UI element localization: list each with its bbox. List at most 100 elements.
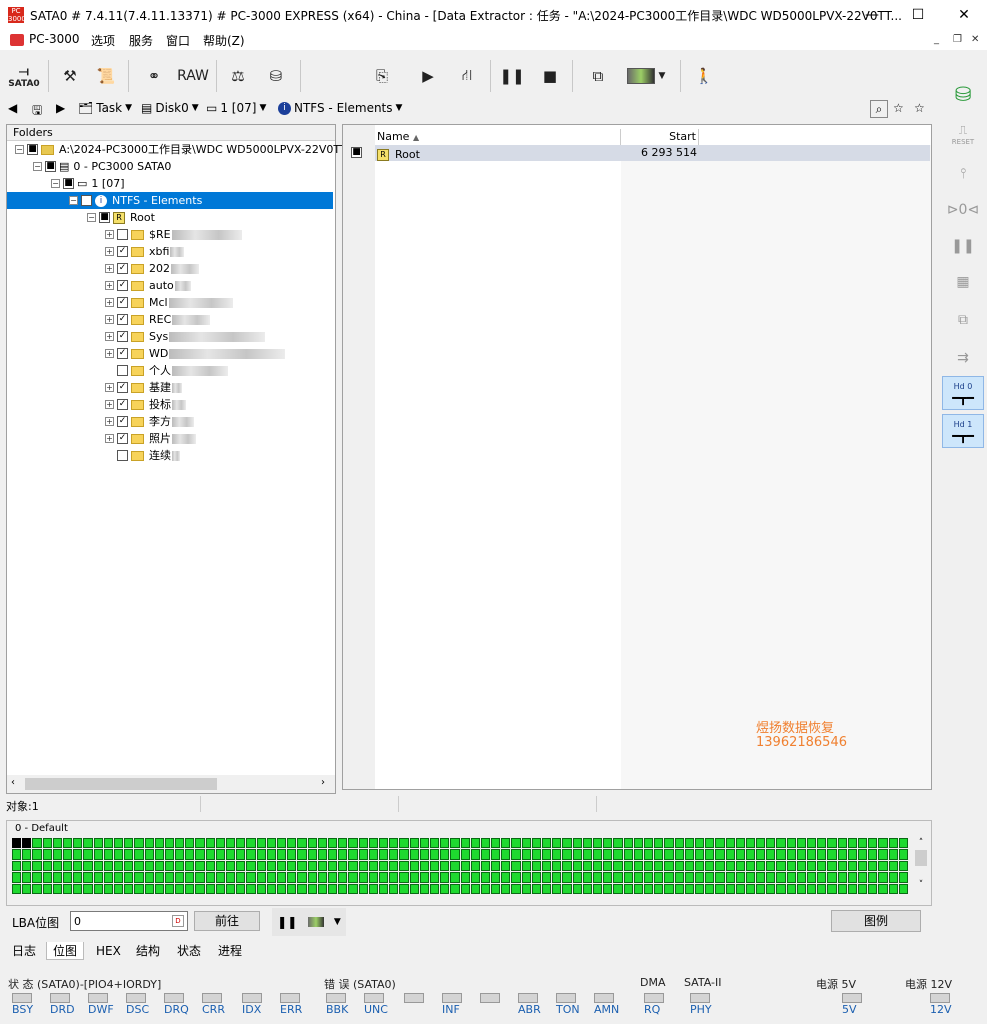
lba-block[interactable] (837, 883, 847, 894)
lba-block[interactable] (185, 838, 195, 849)
lba-block[interactable] (62, 849, 73, 860)
lba-block[interactable] (552, 860, 562, 872)
lba-block[interactable] (246, 849, 256, 860)
search-icon[interactable]: ⌕ (870, 100, 888, 118)
copy-windows-icon[interactable]: ⧉ (584, 56, 612, 96)
lba-block[interactable] (735, 838, 745, 849)
lba-block[interactable] (297, 883, 307, 894)
lba-block[interactable] (694, 838, 705, 849)
lba-block[interactable] (277, 860, 287, 872)
lba-block[interactable] (847, 872, 858, 883)
lba-block[interactable] (786, 860, 796, 872)
lba-block[interactable] (327, 883, 338, 894)
lba-block[interactable] (817, 860, 827, 872)
go-button[interactable]: 前往 (194, 911, 260, 931)
lba-block[interactable] (378, 872, 389, 883)
lba-block[interactable] (277, 872, 287, 883)
lba-block[interactable] (73, 860, 83, 872)
lba-block[interactable] (684, 838, 694, 849)
lba-block[interactable] (511, 872, 521, 883)
lba-block[interactable] (776, 838, 786, 849)
lba-block[interactable] (898, 860, 908, 872)
tab-process[interactable]: 进程 (212, 942, 248, 960)
lba-block[interactable] (562, 849, 572, 860)
lba-block[interactable] (460, 883, 470, 894)
lba-block[interactable] (542, 872, 552, 883)
mdi-minimize-button[interactable]: _ (934, 34, 939, 45)
lba-block[interactable] (776, 883, 786, 894)
lba-block[interactable] (705, 849, 715, 860)
lba-block[interactable] (327, 872, 338, 883)
lba-block[interactable] (399, 883, 409, 894)
lba-block[interactable] (22, 883, 32, 894)
lba-block[interactable] (440, 838, 450, 849)
lba-block[interactable] (531, 872, 542, 883)
lba-block[interactable] (297, 872, 307, 883)
lba-block[interactable] (511, 860, 521, 872)
scroll-up-icon[interactable]: ˄ (913, 838, 929, 848)
lba-block[interactable] (827, 838, 837, 849)
nav-disk[interactable]: ▤ Disk0 ▼ (141, 101, 199, 115)
lba-block[interactable] (888, 872, 898, 883)
lba-block[interactable] (287, 860, 297, 872)
lba-block[interactable] (837, 838, 847, 849)
lba-block[interactable] (195, 872, 205, 883)
lba-block[interactable] (358, 860, 368, 872)
star-filter-icon[interactable]: ☆ (893, 101, 904, 115)
chip-icon[interactable]: ▦ (940, 264, 986, 300)
lba-block[interactable] (440, 860, 450, 872)
scale-icon[interactable]: ⚖ (224, 56, 252, 96)
lba-block[interactable] (378, 849, 389, 860)
lba-block[interactable] (368, 872, 378, 883)
connector-icon[interactable]: ⇉ (940, 340, 986, 376)
lba-block[interactable] (460, 860, 470, 872)
lba-block[interactable] (796, 849, 807, 860)
tree-folder[interactable]: + ✓ xbfi (105, 243, 185, 260)
lba-block[interactable] (62, 860, 73, 872)
tab-structure[interactable]: 结构 (130, 942, 166, 960)
lba-block[interactable] (338, 838, 348, 849)
lba-block[interactable] (368, 838, 378, 849)
lba-block[interactable] (643, 849, 654, 860)
lba-block[interactable] (52, 860, 62, 872)
search-binoculars-icon[interactable]: ⚭ (140, 56, 168, 96)
lba-block[interactable] (236, 872, 246, 883)
lba-block[interactable] (389, 872, 399, 883)
lba-block[interactable] (878, 860, 888, 872)
network-icon[interactable]: ⛙ (450, 56, 484, 96)
lba-block[interactable] (124, 860, 134, 872)
lba-block[interactable] (429, 872, 440, 883)
lba-block[interactable] (837, 849, 847, 860)
tree-folder[interactable]: + ✓ 李方 (105, 413, 194, 430)
lba-block[interactable] (195, 849, 205, 860)
lba-block[interactable] (664, 860, 674, 872)
lba-block[interactable] (246, 860, 256, 872)
lba-block[interactable] (786, 872, 796, 883)
lba-block[interactable] (643, 883, 654, 894)
back-button[interactable]: ◀ (8, 101, 17, 115)
lba-block[interactable] (297, 849, 307, 860)
lba-block[interactable] (358, 872, 368, 883)
lba-block[interactable] (409, 883, 419, 894)
lba-block[interactable] (266, 838, 277, 849)
lba-block[interactable] (42, 860, 52, 872)
lba-block[interactable] (185, 860, 195, 872)
lba-block[interactable] (205, 838, 215, 849)
lba-block[interactable] (572, 872, 582, 883)
database-add-icon[interactable]: ⛁ (940, 76, 986, 112)
lba-block[interactable] (307, 872, 317, 883)
lba-block[interactable] (42, 849, 52, 860)
lba-block[interactable] (175, 849, 185, 860)
lba-block[interactable] (715, 883, 725, 894)
lba-block[interactable] (531, 838, 542, 849)
lba-block[interactable] (348, 849, 358, 860)
lba-block[interactable] (756, 849, 766, 860)
lba-block[interactable] (185, 883, 195, 894)
lba-block[interactable] (429, 860, 440, 872)
lba-block[interactable] (745, 849, 756, 860)
lba-block[interactable] (12, 883, 22, 894)
lba-block[interactable] (450, 860, 460, 872)
lba-block[interactable] (654, 849, 664, 860)
lba-block[interactable] (766, 849, 776, 860)
lba-block[interactable] (480, 838, 491, 849)
